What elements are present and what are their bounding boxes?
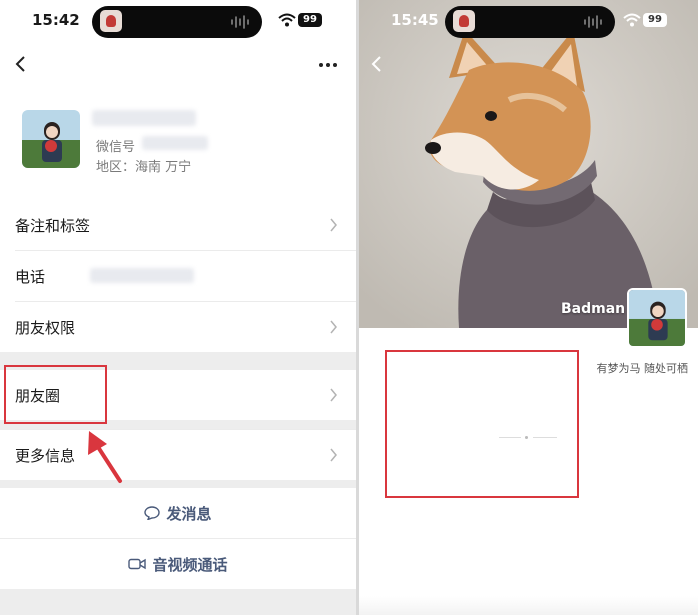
audio-wave-icon [231,15,249,29]
moments-cover-photo [359,0,698,328]
shiba-dog-photo [359,0,698,328]
battery-icon: 99 [298,13,322,27]
chevron-right-icon [330,218,337,232]
video-call-label: 音视频通话 [152,555,228,574]
profile-signature: 有梦为马 随处可栖 [596,362,689,375]
row-remarks-tags-label: 备注和标签 [15,217,91,235]
audio-wave-icon [584,15,602,29]
back-icon[interactable] [12,54,30,74]
chevron-right-icon [330,388,337,402]
music-app-icon [100,10,122,32]
more-icon[interactable] [318,62,338,68]
status-time: 15:42 [32,11,80,29]
region-text: 地区：海南 万宁 [96,160,192,175]
wifi-icon [278,13,296,27]
contact-avatar[interactable] [22,110,80,168]
status-time: 15:45 [391,11,439,29]
annotation-arrow [88,431,122,483]
profile-avatar[interactable] [627,288,687,348]
wechat-id-label: 微信号 [96,140,136,155]
dynamic-island [92,6,262,38]
wechat-id-redacted [142,136,208,150]
row-phone[interactable]: 电话 [0,251,356,301]
row-more-info[interactable]: 更多信息 [0,430,356,480]
status-bar: 15:45 99 [359,0,698,46]
empty-divider-dot [525,436,528,439]
nickname-redacted [92,110,196,126]
bottom-fade [359,596,698,615]
back-icon[interactable] [369,54,385,74]
chevron-right-icon [330,320,337,334]
row-remarks-tags[interactable]: 备注和标签 [0,200,356,250]
empty-divider-line [533,437,557,438]
row-phone-label: 电话 [15,268,46,286]
chat-bubble-icon [144,506,161,520]
profile-nickname: Badman [561,301,626,317]
row-more-info-label: 更多信息 [15,447,76,465]
right-phone-screen: 15:45 99 Badman 有梦为马 随处可栖 [359,0,698,615]
send-message-button[interactable]: 发消息 [0,488,356,538]
phone-number-redacted [90,268,194,283]
empty-divider-line [499,437,521,438]
highlight-box-moments [4,365,107,424]
video-camera-icon [128,558,147,570]
highlight-box-empty-moments [385,350,579,498]
status-bar: 15:42 99 [0,0,356,46]
row-friend-permissions[interactable]: 朋友权限 [0,302,356,352]
wifi-icon [623,13,641,27]
row-friend-permissions-label: 朋友权限 [15,319,76,337]
video-call-button[interactable]: 音视频通话 [0,539,356,589]
left-phone-screen: 15:42 99 微信号 地区：海南 万宁 备注和标签 电话 朋友权限 朋友圈 … [0,0,356,615]
battery-icon: 99 [643,13,667,27]
chevron-right-icon [330,448,337,462]
music-app-icon [453,10,475,32]
dynamic-island [445,6,615,38]
send-message-label: 发消息 [166,504,212,523]
